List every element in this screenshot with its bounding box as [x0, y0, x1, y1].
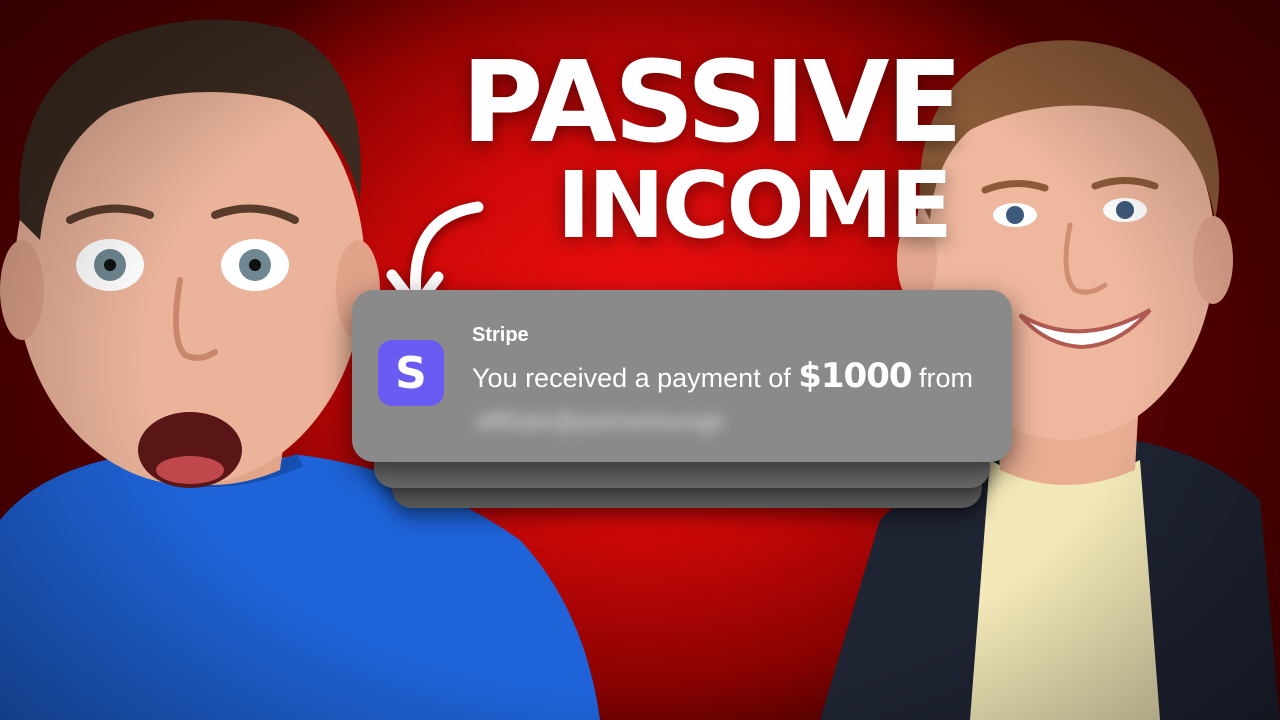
- notification-message: You received a payment of $1000 from: [472, 356, 973, 396]
- stripe-icon-letter: S: [395, 347, 427, 399]
- message-suffix: from: [911, 363, 974, 393]
- notification-app-name: Stripe: [472, 324, 529, 346]
- headline-line-1: PASSIVE: [461, 38, 963, 168]
- thumbnail-canvas: PASSIVE INCOME S Stripe You received a p…: [0, 0, 1280, 720]
- stripe-notification[interactable]: S Stripe You received a payment of $1000…: [352, 290, 1012, 462]
- stripe-app-icon: S: [378, 340, 444, 406]
- payment-amount: $1000: [798, 356, 912, 396]
- message-prefix: You received a payment of: [472, 363, 799, 393]
- blurred-sender: affiliate@partnerlounge: [476, 408, 725, 435]
